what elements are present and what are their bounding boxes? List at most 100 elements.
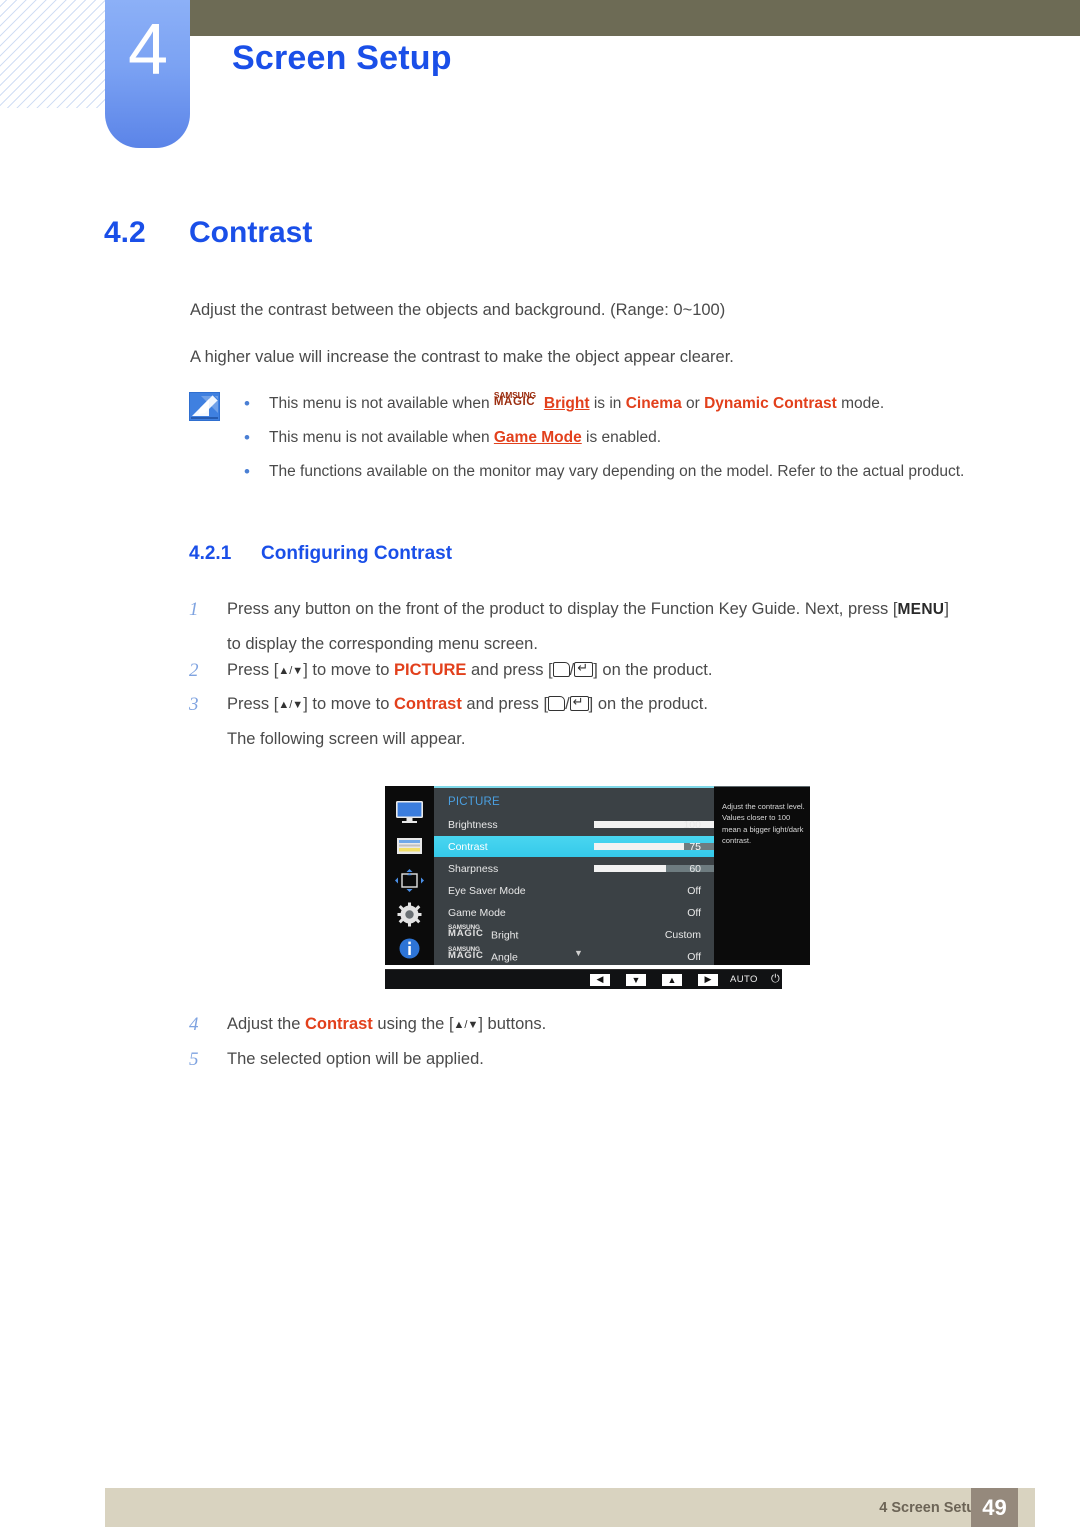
slash-2: / [565,695,570,714]
chapter-number: 4 [127,10,168,90]
step-number: 5 [189,1048,199,1070]
osd-icon-sidebar [385,786,434,965]
osd-scroll-down-caret[interactable]: ▼ [574,948,583,958]
samsung-magic-logo: SAMSUNG MAGIC [448,946,491,961]
magic-bottom: MAGIC [448,927,484,939]
bullet-glyph: • [244,428,250,448]
note-text-conj: or [681,395,705,412]
game-mode-link[interactable]: Game Mode [494,429,582,446]
note-text: This menu is not available when SAMSUNG M… [269,390,997,416]
subsection-title: Configuring Contrast [261,543,453,564]
osd-menu-panel: PICTURE Brightness 100 Contrast 75 Sharp… [434,786,714,965]
step-text-b: ] [944,600,949,618]
osd-description-panel: Adjust the contrast level. Values closer… [714,786,810,965]
section-heading: 4.2 Contrast [104,216,312,250]
step-item: 4 Adjust the Contrast using the [▲/▼] bu… [189,1011,1019,1039]
note-text: This menu is not available when Game Mod… [269,426,997,450]
step-text-b: using the [ [372,1015,454,1033]
dynamic-contrast-highlight: Dynamic Contrast [704,395,837,412]
step-text-c: and press [ [461,695,549,714]
osd-row-label: Sharpness [448,862,499,875]
step-number: 2 [189,659,199,681]
manual-page: 4 Screen Setup 4.2 Contrast Adjust the c… [0,0,1080,1527]
section-number: 4.2 [104,216,146,249]
osd-row-contrast[interactable]: Contrast 75 [434,836,714,857]
osd-menu-screenshot: PICTURE Brightness 100 Contrast 75 Sharp… [385,786,810,1001]
osd-row-brightness[interactable]: Brightness 100 [434,814,714,835]
osd-row-game-mode[interactable]: Game Mode Off [434,902,714,923]
subsection-number: 4.2.1 [189,543,232,564]
enter-key-icon [574,658,594,679]
step-text-a: Press any button on the front of the pro… [227,600,898,618]
step-text: Adjust the Contrast using the [▲/▼] butt… [227,1011,1019,1037]
step-item: 2 Press [▲/▼] to move to PICTURE and pre… [189,657,1019,685]
step-item: 5 The selected option will be applied. [189,1046,1019,1074]
osd-row-sharpness[interactable]: Sharpness 60 [434,858,714,879]
section-paragraph-2: A higher value will increase the contras… [190,348,734,366]
note-list: • This menu is not available when SAMSUN… [237,390,997,484]
osd-row-value: Custom [664,928,701,941]
osd-row-label: Eye Saver Mode [448,884,526,897]
step-number: 4 [189,1014,199,1035]
contrast-highlight: Contrast [304,1015,373,1033]
osd-menu-title: PICTURE [448,796,500,808]
header-hatch-decoration [0,0,107,108]
step-text: Press [▲/▼] to move to Contrast and pres… [227,691,1019,717]
information-icon[interactable] [394,936,425,961]
step-number: 1 [189,599,199,620]
step-text-a: Adjust the [227,1015,305,1033]
step-continuation: The following screen will appear. [227,730,466,749]
osd-display-icon[interactable] [394,834,425,859]
source-key-icon [552,661,570,677]
section-paragraph-1: Adjust the contrast between the objects … [190,301,726,319]
note-item: • This menu is not available when SAMSUN… [237,390,997,416]
step-text-d: ] on the product. [588,695,708,714]
osd-function-key-guide: ◀ ▼ ▲ ▶ AUTO ⏻ [385,969,782,989]
osd-row-magicbright[interactable]: SAMSUNG MAGIC Bright Custom [434,924,714,945]
cinema-highlight: Cinema [625,395,682,412]
osd-key-down-icon[interactable]: ▼ [626,973,646,986]
magicbright-link[interactable]: Bright [544,395,590,412]
magic-bottom: MAGIC [448,949,484,961]
step-continuation: to display the corresponding menu screen… [227,634,538,653]
step-item: 1 Press any button on the front of the p… [189,596,1019,657]
note-text-prefix: This menu is not available when [269,429,494,447]
osd-row-label: SAMSUNG MAGIC Bright [448,924,518,941]
setup-gear-icon[interactable] [394,902,425,927]
osd-body: PICTURE Brightness 100 Contrast 75 Sharp… [385,786,810,965]
note-item: • The functions available on the monitor… [237,460,997,484]
osd-row-value: Off [687,884,701,897]
step-text-b: ] to move to [303,695,394,714]
osd-key-left-icon[interactable]: ◀ [590,973,610,986]
osd-row-label-suffix: Angle [491,951,518,964]
menu-key-label: MENU [897,601,945,618]
note-pencil-icon [189,392,220,421]
osd-key-auto-label[interactable]: AUTO [730,974,758,985]
osd-row-eye-saver-mode[interactable]: Eye Saver Mode Off [434,880,714,901]
step-text: The selected option will be applied. [227,1049,484,1068]
step-text: Press [▲/▼] to move to PICTURE and press… [227,657,1019,683]
note-text: The functions available on the monitor m… [269,463,965,481]
monitor-icon[interactable] [394,800,425,825]
chapter-tab: 4 [105,0,190,148]
note-text-suffix: mode. [836,395,885,412]
samsung-magic-logo: SAMSUNG MAGIC [494,390,544,409]
step-text-c: ] buttons. [478,1015,547,1033]
note-item: • This menu is not available when Game M… [237,426,997,450]
samsung-magic-logo: SAMSUNG MAGIC [448,924,491,939]
step-text-d: ] on the product. [593,660,713,679]
osd-row-value: 75 [689,840,701,853]
step-text-c: and press [ [466,660,553,679]
osd-key-up-icon[interactable]: ▲ [662,973,682,986]
source-key-icon [548,696,566,712]
note-text-suffix: is enabled. [581,429,662,447]
power-icon[interactable]: ⏻ [771,973,780,986]
picture-position-icon[interactable] [394,868,425,893]
updown-arrows: ▲/▼ [278,699,304,712]
osd-key-right-icon[interactable]: ▶ [698,973,718,986]
page-number: 49 [971,1488,1018,1527]
bullet-glyph: • [244,394,250,413]
step-text-a: Press [ [227,660,279,679]
osd-row-value: 100 [683,818,701,831]
step-list-continued: 4 Adjust the Contrast using the [▲/▼] bu… [189,1011,1019,1080]
